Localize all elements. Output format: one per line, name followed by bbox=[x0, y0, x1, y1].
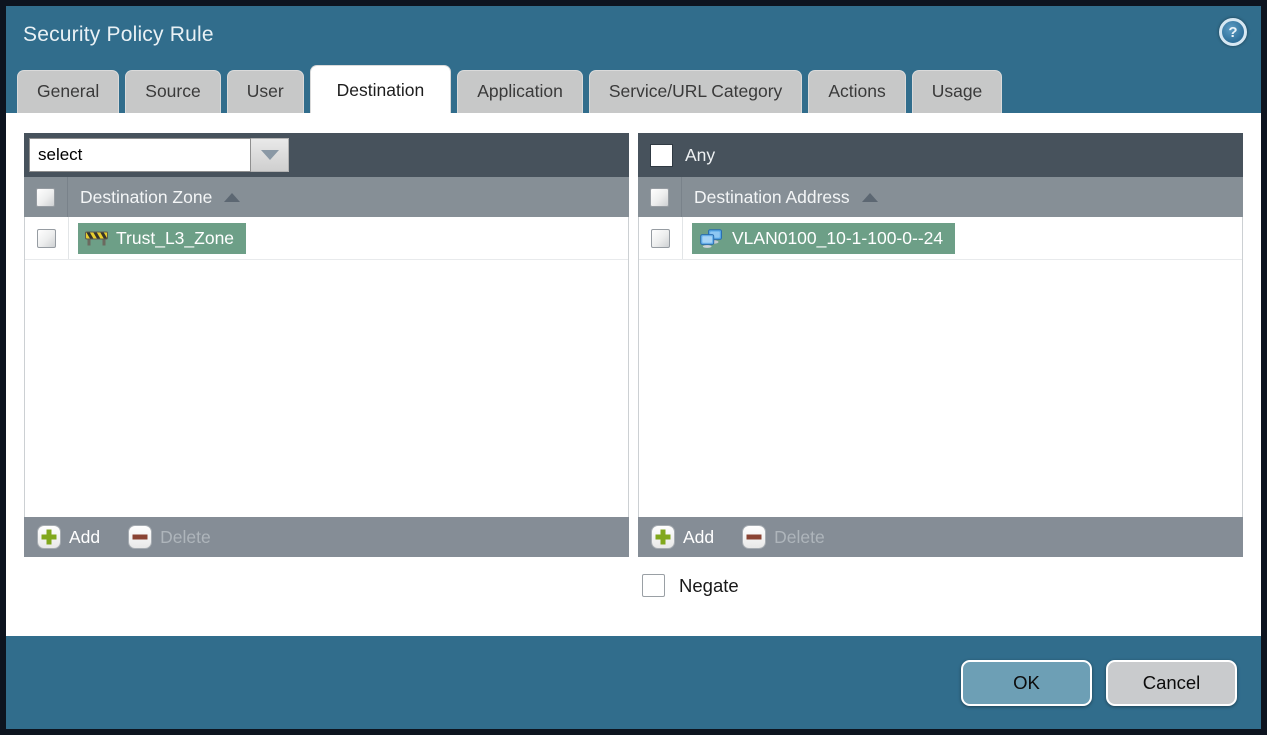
address-table-header: Destination Address bbox=[638, 177, 1243, 217]
address-panel: Any Destination Address VLAN0100_10-1-10… bbox=[638, 133, 1243, 557]
negate-row: Negate bbox=[642, 574, 1243, 597]
destination-tab-content: Destination Zone bbox=[6, 113, 1261, 636]
network-address-icon bbox=[700, 228, 722, 248]
cancel-button[interactable]: Cancel bbox=[1106, 659, 1237, 706]
security-policy-rule-dialog: Security Policy Rule ? General Source Us… bbox=[0, 0, 1267, 735]
zone-table-header: Destination Zone bbox=[24, 177, 629, 217]
address-header-checkbox-cell bbox=[638, 177, 682, 217]
ok-button[interactable]: OK bbox=[961, 659, 1092, 706]
sort-ascending-icon bbox=[861, 192, 878, 202]
tab-general[interactable]: General bbox=[17, 69, 120, 113]
zone-filter-dropdown-button[interactable] bbox=[251, 138, 289, 172]
tab-bar: General Source User Destination Applicat… bbox=[6, 63, 1261, 113]
zone-header-checkbox-cell bbox=[24, 177, 68, 217]
address-list-row[interactable]: VLAN0100_10-1-100-0--24 bbox=[639, 217, 1242, 260]
tab-destination[interactable]: Destination bbox=[309, 64, 452, 113]
minus-icon bbox=[128, 525, 153, 549]
tab-actions[interactable]: Actions bbox=[808, 69, 906, 113]
address-add-button[interactable]: Add bbox=[651, 525, 714, 549]
address-select-all-checkbox[interactable] bbox=[650, 187, 669, 207]
tab-application[interactable]: Application bbox=[457, 69, 583, 113]
plus-icon bbox=[651, 525, 675, 549]
address-row-checkbox[interactable] bbox=[651, 228, 670, 248]
minus-icon bbox=[742, 525, 767, 549]
zone-add-button[interactable]: Add bbox=[37, 525, 100, 549]
address-column: Any Destination Address VLAN0100_10-1-10… bbox=[638, 133, 1243, 597]
address-add-label: Add bbox=[683, 526, 715, 547]
zone-panel-footer: Add Delete bbox=[24, 517, 629, 557]
zone-row-checkbox[interactable] bbox=[37, 228, 56, 248]
zone-delete-label: Delete bbox=[160, 526, 211, 547]
tab-user[interactable]: User bbox=[226, 69, 304, 113]
address-delete-label: Delete bbox=[774, 526, 825, 547]
address-chip[interactable]: VLAN0100_10-1-100-0--24 bbox=[692, 222, 956, 254]
address-delete-button[interactable]: Delete bbox=[742, 525, 825, 549]
dialog-title: Security Policy Rule bbox=[23, 22, 214, 46]
zone-column-header: Destination Zone bbox=[80, 186, 213, 207]
tab-service-url-category[interactable]: Service/URL Category bbox=[588, 69, 803, 113]
chevron-down-icon bbox=[260, 150, 279, 160]
zone-list-row[interactable]: Trust_L3_Zone bbox=[25, 217, 628, 260]
dialog-button-bar: OK Cancel bbox=[6, 636, 1261, 729]
title-bar: Security Policy Rule ? bbox=[6, 6, 1261, 63]
zone-select-all-checkbox[interactable] bbox=[36, 187, 55, 207]
address-list: VLAN0100_10-1-100-0--24 bbox=[638, 217, 1243, 517]
help-icon[interactable]: ? bbox=[1219, 18, 1247, 46]
zone-list: Trust_L3_Zone bbox=[24, 217, 629, 517]
negate-checkbox[interactable] bbox=[642, 574, 665, 597]
address-panel-topbar: Any bbox=[638, 133, 1243, 177]
zone-delete-button[interactable]: Delete bbox=[128, 525, 211, 549]
address-row-label: VLAN0100_10-1-100-0--24 bbox=[732, 227, 944, 248]
panels-row: Destination Zone bbox=[24, 133, 1243, 597]
zone-panel: Destination Zone bbox=[24, 133, 629, 557]
any-checkbox[interactable] bbox=[651, 144, 672, 166]
zone-chip[interactable]: Trust_L3_Zone bbox=[78, 222, 247, 254]
sort-ascending-icon bbox=[224, 192, 241, 202]
negate-label: Negate bbox=[679, 574, 739, 596]
tab-usage[interactable]: Usage bbox=[911, 69, 1003, 113]
zone-row-label: Trust_L3_Zone bbox=[116, 227, 235, 248]
address-column-header: Destination Address bbox=[694, 186, 850, 207]
address-panel-footer: Add Delete bbox=[638, 517, 1243, 557]
zone-row-checkbox-cell bbox=[25, 217, 69, 259]
zone-filter-combo bbox=[29, 138, 289, 172]
plus-icon bbox=[37, 525, 61, 549]
address-row-checkbox-cell bbox=[639, 217, 683, 259]
zone-barrier-icon bbox=[85, 231, 108, 246]
tab-source[interactable]: Source bbox=[125, 69, 221, 113]
zone-column: Destination Zone bbox=[24, 133, 629, 597]
zone-panel-topbar bbox=[24, 133, 629, 177]
zone-filter-input[interactable] bbox=[29, 138, 251, 172]
zone-add-label: Add bbox=[69, 526, 101, 547]
any-label: Any bbox=[685, 144, 716, 165]
